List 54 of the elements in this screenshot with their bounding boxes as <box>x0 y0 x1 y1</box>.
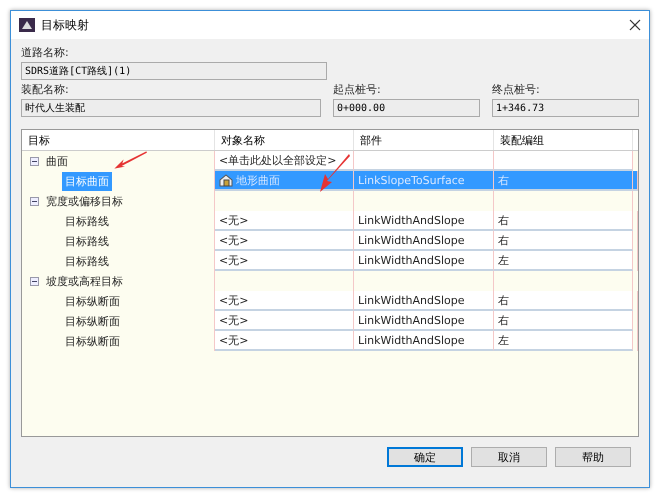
tree-item[interactable]: 目标路线 <box>62 232 112 250</box>
table-cell: LinkWidthAndSlope <box>358 214 464 226</box>
collapse-icon[interactable] <box>30 276 39 286</box>
field-label: 终点桩号: <box>492 82 541 97</box>
close-icon[interactable] <box>629 19 641 31</box>
dialog-button[interactable]: 确定 <box>387 447 463 467</box>
annotation-arrow <box>318 153 350 193</box>
table-cell: 地形曲面 <box>236 172 280 188</box>
table-cell: 右 <box>498 212 509 228</box>
dialog-button[interactable]: 取消 <box>471 447 547 467</box>
tree-group-label[interactable]: 宽度或偏移目标 <box>43 192 126 210</box>
field-label: 道路名称: <box>21 45 70 60</box>
window-title: 目标映射 <box>41 16 90 34</box>
table-cell: <无> <box>219 212 248 228</box>
table-cell: LinkWidthAndSlope <box>358 254 464 266</box>
assembly-name-field[interactable]: 时代人生装配 <box>21 99 321 117</box>
start-station-field[interactable]: 0+000.00 <box>332 99 480 117</box>
table-cell: LinkWidthAndSlope <box>358 294 464 306</box>
collapse-icon[interactable] <box>30 156 39 166</box>
column-header[interactable]: 部件 <box>354 130 494 150</box>
table-cell: LinkWidthAndSlope <box>358 334 464 346</box>
column-header[interactable]: 目标 <box>22 130 215 150</box>
table-cell: 左 <box>498 252 509 268</box>
column-header[interactable]: 装配编组 <box>494 130 633 150</box>
table-cell: 右 <box>498 312 509 328</box>
table-cell: <无> <box>219 252 248 268</box>
table-cell: 右 <box>498 292 509 308</box>
tree-item[interactable]: 目标路线 <box>62 212 112 230</box>
table-cell: <无> <box>219 312 248 328</box>
table-cell: LinkWidthAndSlope <box>358 314 464 326</box>
table-cell: 右 <box>498 232 509 248</box>
table-cell: 右 <box>498 172 509 188</box>
column-header[interactable]: 对象名称 <box>215 130 354 150</box>
table-cell: 左 <box>498 332 509 348</box>
tree-item[interactable]: 目标纵断面 <box>62 292 123 310</box>
tree-group-label[interactable]: 曲面 <box>43 152 71 170</box>
field-label: 装配名称: <box>21 82 70 97</box>
table-cell: <无> <box>219 232 248 248</box>
table-cell: <无> <box>219 332 248 348</box>
tree-item[interactable]: 目标路线 <box>62 252 112 270</box>
tree-item[interactable]: 目标纵断面 <box>62 332 123 350</box>
annotation-arrow <box>112 150 150 170</box>
field-label: 起点桩号: <box>332 82 382 97</box>
table-cell: LinkSlopeToSurface <box>358 174 465 186</box>
tree-item[interactable]: 目标纵断面 <box>62 312 123 330</box>
end-station-field[interactable]: 1+346.73 <box>492 99 639 117</box>
surface-icon <box>219 174 233 186</box>
table-cell: LinkWidthAndSlope <box>358 234 464 246</box>
table-cell: <无> <box>219 292 248 308</box>
tree-group-label[interactable]: 坡度或高程目标 <box>43 272 126 290</box>
dialog-button[interactable]: 帮助 <box>555 447 631 467</box>
road-name-field[interactable]: SDRS道路[CT路线](1) <box>21 62 327 80</box>
app-icon <box>19 18 35 32</box>
collapse-icon[interactable] <box>30 196 39 206</box>
